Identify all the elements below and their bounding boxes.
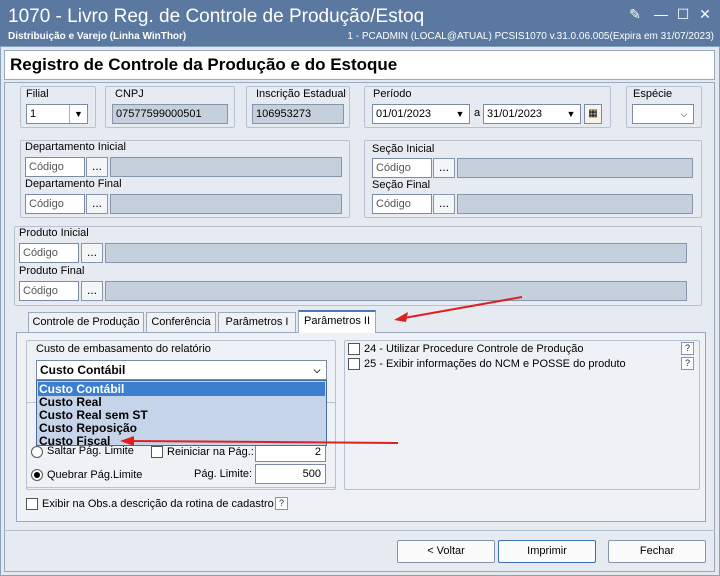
arrow-to-custo-fiscal (120, 436, 399, 446)
annotation-arrows (120, 296, 523, 446)
arrow-to-tab (394, 296, 523, 322)
